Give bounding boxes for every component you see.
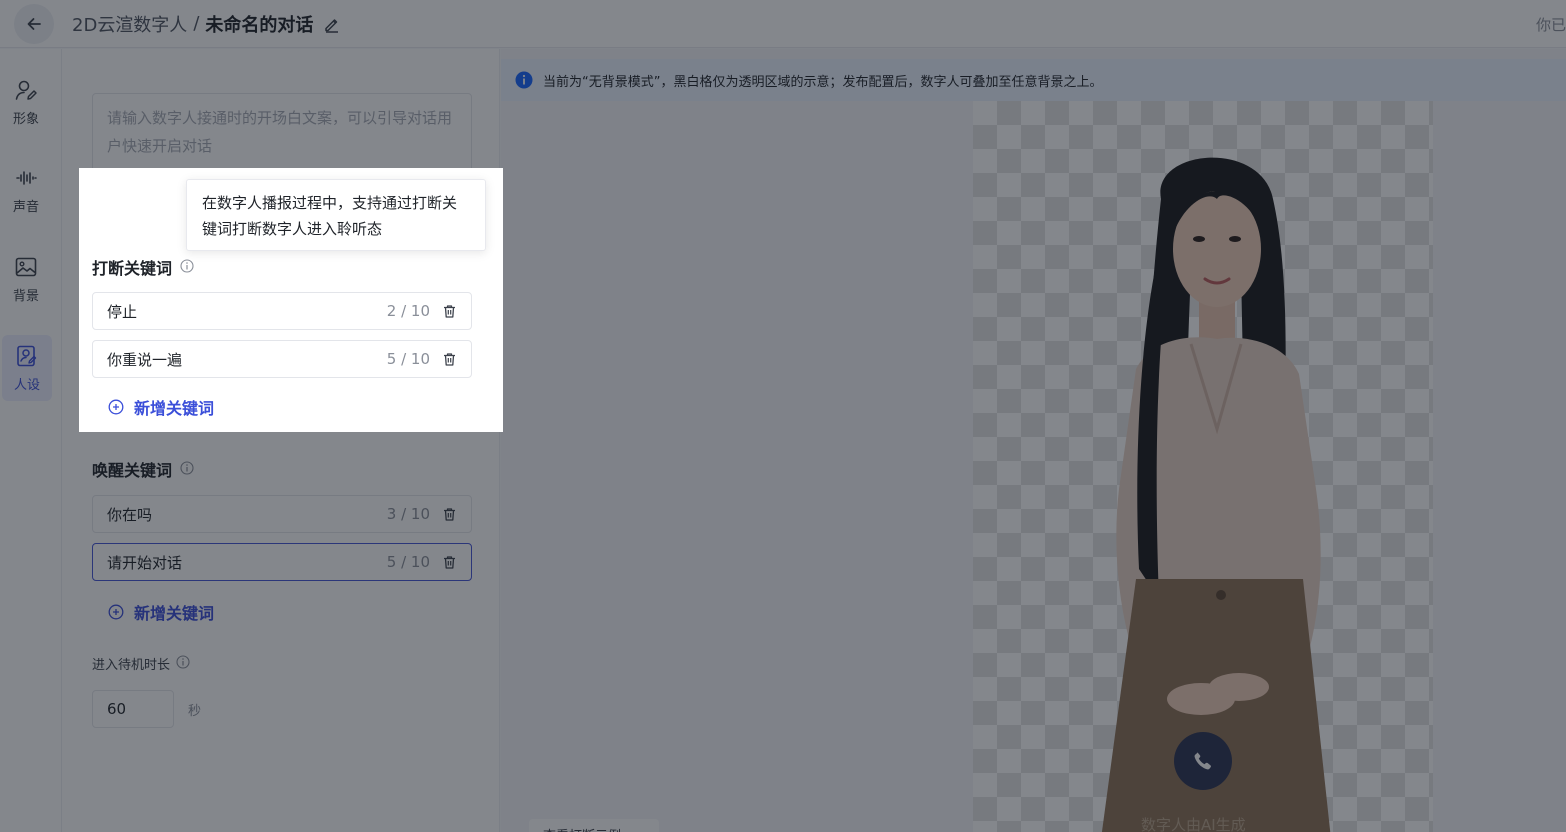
standby-duration-label: 进入待机时长 bbox=[92, 654, 190, 673]
example-tag[interactable]: 查看打断示例 bbox=[529, 819, 659, 832]
interrupt-tooltip: 在数字人播报过程中，支持通过打断关键词打断数字人进入聆听态 bbox=[186, 179, 486, 251]
breadcrumb-separator: / bbox=[193, 13, 200, 34]
plus-circle-icon bbox=[108, 604, 124, 620]
arrow-left-icon bbox=[27, 17, 41, 30]
call-button[interactable] bbox=[1174, 732, 1232, 790]
trash-icon[interactable] bbox=[442, 507, 457, 522]
standby-label-text: 进入待机时长 bbox=[92, 658, 171, 673]
phone-icon bbox=[1194, 752, 1211, 770]
trash-icon[interactable] bbox=[442, 304, 457, 319]
trash-icon[interactable] bbox=[442, 555, 457, 570]
user-edit-icon bbox=[15, 80, 37, 100]
interrupt-keywords-label: 打断关键词 bbox=[92, 259, 173, 278]
char-count: 5 / 10 bbox=[386, 553, 430, 571]
info-icon[interactable] bbox=[180, 258, 194, 277]
edit-title-icon[interactable] bbox=[323, 15, 341, 33]
breadcrumb: 2D云渲数字人 / 未命名的对话 bbox=[72, 11, 341, 37]
info-icon[interactable] bbox=[180, 460, 194, 479]
nav-item-voice[interactable]: 声音 bbox=[0, 157, 52, 223]
keyword-text[interactable]: 停止 bbox=[107, 301, 387, 322]
info-banner: 当前为“无背景模式”，黑白格仅为透明区域的示意；发布配置后，数字人可叠加至任意背… bbox=[501, 59, 1566, 101]
trash-icon[interactable] bbox=[442, 352, 457, 367]
top-bar: 2D云渲数字人 / 未命名的对话 你已 bbox=[0, 0, 1566, 48]
add-wake-keyword-button[interactable]: 新增关键词 bbox=[108, 600, 214, 624]
preview-area: 当前为“无背景模式”，黑白格仅为透明区域的示意；发布配置后，数字人可叠加至任意背… bbox=[501, 49, 1566, 832]
standby-duration-input[interactable]: 60 bbox=[92, 690, 174, 728]
info-icon[interactable] bbox=[176, 654, 190, 673]
nav-item-label: 形象 bbox=[12, 111, 39, 127]
interrupt-keywords-title: 打断关键词 bbox=[92, 255, 194, 279]
info-filled-icon bbox=[515, 71, 533, 89]
interrupt-keyword-row[interactable]: 你重说一遍 5 / 10 bbox=[92, 340, 472, 378]
wake-keywords-title: 唤醒关键词 bbox=[92, 457, 194, 481]
nav-item-label: 声音 bbox=[12, 199, 39, 215]
back-button[interactable] bbox=[14, 3, 54, 44]
char-count: 3 / 10 bbox=[386, 505, 430, 523]
nav-item-persona[interactable]: 人设 bbox=[2, 335, 52, 401]
add-keyword-label: 新增关键词 bbox=[134, 604, 215, 623]
standby-unit: 秒 bbox=[188, 704, 202, 719]
nav-item-appearance[interactable]: 形象 bbox=[0, 69, 52, 135]
banner-text: 当前为“无背景模式”，黑白格仅为透明区域的示意；发布配置后，数字人可叠加至任意背… bbox=[543, 74, 1103, 90]
wake-keywords-label: 唤醒关键词 bbox=[92, 461, 173, 480]
left-nav: 形象 声音 背景 人设 bbox=[0, 49, 62, 832]
image-icon bbox=[15, 257, 37, 276]
breadcrumb-app[interactable]: 2D云渲数字人 bbox=[72, 11, 187, 37]
wake-keyword-row[interactable]: 请开始对话 5 / 10 bbox=[92, 543, 472, 581]
digital-human-image bbox=[1101, 157, 1331, 832]
ai-watermark: 数字人由AI生成 bbox=[1141, 816, 1246, 832]
page-title: 未命名的对话 bbox=[205, 14, 314, 36]
persona-settings-panel: 请输入数字人接通时的开场白文案，可以引导对话用户快速开启对话 唤醒关键词 你在吗… bbox=[62, 49, 500, 832]
waveform-icon bbox=[16, 170, 37, 185]
keyword-text[interactable]: 请开始对话 bbox=[107, 552, 387, 573]
interrupt-keyword-row[interactable]: 停止 2 / 10 bbox=[92, 292, 472, 330]
char-count: 5 / 10 bbox=[386, 350, 430, 368]
char-count: 2 / 10 bbox=[386, 302, 430, 320]
add-interrupt-keyword-button[interactable]: 新增关键词 bbox=[108, 395, 214, 419]
top-right-text: 你已 bbox=[1535, 16, 1566, 34]
add-keyword-label: 新增关键词 bbox=[134, 399, 215, 418]
keyword-text[interactable]: 你重说一遍 bbox=[107, 349, 387, 370]
nav-item-label: 背景 bbox=[12, 288, 39, 304]
keyword-text[interactable]: 你在吗 bbox=[107, 504, 387, 525]
plus-circle-icon bbox=[108, 399, 124, 415]
nav-item-label: 人设 bbox=[13, 377, 40, 393]
nav-item-background[interactable]: 背景 bbox=[0, 246, 52, 312]
wake-keyword-row[interactable]: 你在吗 3 / 10 bbox=[92, 495, 472, 533]
persona-icon bbox=[17, 345, 37, 366]
